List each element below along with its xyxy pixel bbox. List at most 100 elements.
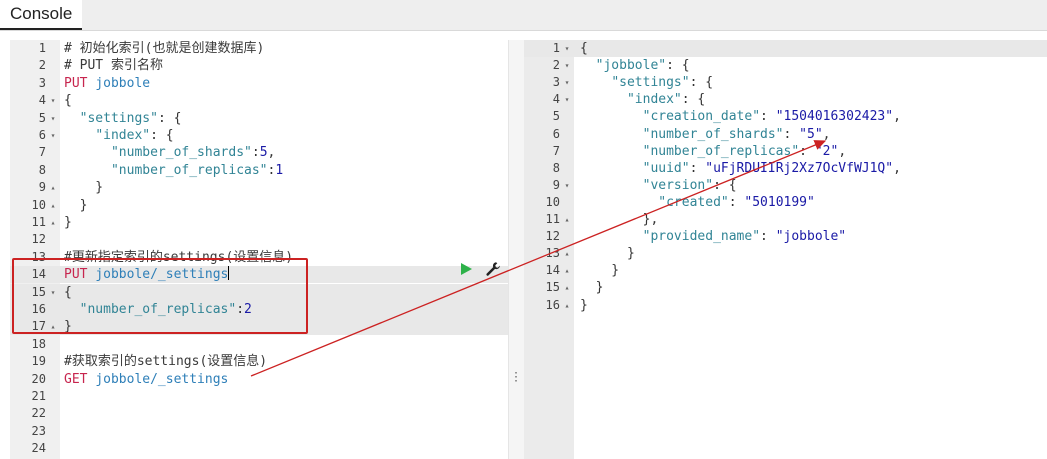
code-token: 5 (259, 145, 268, 161)
code-token: , (267, 145, 276, 161)
code-text: } (64, 214, 72, 231)
line-number: 16 (545, 297, 560, 312)
code-token: "uuid" (642, 160, 690, 176)
request-line[interactable]: 4 ▾ { (10, 92, 508, 109)
request-line[interactable]: 22 (10, 405, 508, 422)
code-token: : { (689, 75, 714, 91)
code-token: "jobbole" (775, 229, 847, 245)
code-token: : (760, 109, 776, 125)
code-text: { (580, 40, 588, 57)
resize-handle-icon[interactable]: · · · (513, 369, 519, 387)
code-text: "index": { (64, 127, 174, 144)
code-token: "number_of_replicas" (642, 143, 800, 159)
request-editor[interactable]: 1 # 初始化索引(也就是创建数据库) 2 # PUT 索引名称 3 PUT jobbol… (10, 40, 508, 459)
code-text: "created": "5010199" (580, 194, 815, 211)
code-token: : { (150, 128, 174, 143)
code-token: # 初始化索引(也就是创建数据库) (64, 41, 265, 56)
request-line[interactable]: 7 "number_of_shards":5, (10, 144, 508, 161)
response-line[interactable]: 14 ▴ } (524, 262, 1047, 279)
code-token: "2" (814, 143, 839, 159)
fold-chevron-down-icon[interactable]: ▾ (48, 127, 58, 144)
code-token: "creation_date" (642, 109, 761, 125)
response-line[interactable]: 9 ▾ "version": { (524, 177, 1047, 194)
response-line[interactable]: 4 ▾ "index": { (524, 91, 1047, 108)
request-line[interactable]: 21 (10, 388, 508, 405)
response-line[interactable]: 3 ▾ "settings": { (524, 74, 1047, 91)
line-number: 14 (545, 263, 560, 278)
response-line[interactable]: 1 ▾ { (524, 40, 1047, 57)
fold-chevron-down-icon[interactable]: ▾ (48, 92, 58, 109)
code-text: { (64, 92, 72, 109)
response-line[interactable]: 10 "created": "5010199" (524, 194, 1047, 211)
response-line[interactable]: 11 ▴ }, (524, 211, 1047, 228)
fold-chevron-up-icon[interactable]: ▴ (562, 279, 572, 296)
fold-chevron-down-icon[interactable]: ▾ (562, 74, 572, 91)
request-line[interactable]: 2 # PUT 索引名称 (10, 57, 508, 74)
code-token: } (580, 246, 635, 262)
response-line[interactable]: 6 "number_of_shards": "5", (524, 126, 1047, 143)
code-token: "version" (642, 177, 714, 193)
request-line[interactable]: 9 ▴ } (10, 179, 508, 196)
line-number: 5 (552, 109, 560, 124)
code-token: , (893, 160, 901, 176)
line-number: 1 (38, 41, 46, 55)
code-token: "index" (95, 128, 151, 143)
play-icon[interactable] (461, 263, 472, 275)
code-token: } (580, 280, 604, 296)
request-line[interactable]: 10 ▴ } (10, 197, 508, 214)
fold-chevron-down-icon[interactable]: ▾ (562, 40, 572, 57)
wrench-icon[interactable] (485, 261, 501, 277)
request-line[interactable]: 19 #获取索引的settings(设置信息) (10, 353, 508, 370)
line-number: 9 (38, 180, 46, 195)
code-token: }, (580, 212, 659, 227)
code-token: jobbole (95, 75, 151, 91)
response-line[interactable]: 16 ▴} (524, 297, 1047, 314)
response-line[interactable]: 2 ▾ "jobbole": { (524, 57, 1047, 74)
tab-console[interactable]: Console (0, 0, 83, 30)
line-number: 5 (38, 110, 46, 125)
fold-chevron-down-icon[interactable]: ▾ (562, 57, 572, 74)
request-line[interactable]: 3 PUT jobbole (10, 75, 508, 92)
response-line[interactable]: 5 "creation_date": "1504016302423", (524, 108, 1047, 125)
fold-chevron-up-icon[interactable]: ▴ (48, 197, 58, 214)
line-number: 11 (31, 215, 46, 229)
request-line[interactable]: 23 (10, 423, 508, 440)
line-number: 7 (38, 145, 46, 160)
request-line[interactable]: 18 (10, 336, 508, 353)
code-text: } (64, 197, 88, 214)
request-line[interactable]: 20 GET jobbole/_settings (10, 371, 508, 388)
response-line[interactable]: 15 ▴ } (524, 279, 1047, 296)
fold-chevron-up-icon[interactable]: ▴ (562, 297, 572, 314)
response-line[interactable]: 8 "uuid": "uFjRDUIIRj2Xz7OcVfWJ1Q", (524, 160, 1047, 177)
fold-chevron-up-icon[interactable]: ▴ (562, 211, 572, 228)
code-text: "jobbole": { (580, 57, 690, 74)
code-token: , (822, 126, 831, 142)
request-line[interactable]: 6 ▾ "index": { (10, 127, 508, 144)
fold-chevron-up-icon[interactable]: ▴ (562, 245, 572, 262)
fold-chevron-up-icon[interactable]: ▴ (562, 262, 572, 279)
request-line[interactable]: 12 (10, 231, 508, 248)
fold-chevron-up-icon[interactable]: ▴ (48, 214, 58, 231)
request-line[interactable]: 5 ▾ "settings": { (10, 110, 508, 127)
line-number: 12 (545, 229, 560, 244)
request-line[interactable]: 24 (10, 440, 508, 457)
fold-chevron-up-icon[interactable]: ▴ (48, 179, 58, 196)
code-token: "settings" (79, 110, 158, 126)
request-line[interactable]: 11 ▴} (10, 214, 508, 231)
response-line[interactable]: 7 "number_of_replicas": "2", (524, 143, 1047, 160)
line-number: 18 (31, 336, 46, 351)
request-line[interactable]: 8 "number_of_replicas":1 (10, 162, 508, 179)
code-token: "provided_name" (642, 229, 761, 245)
line-number: 10 (31, 197, 46, 212)
response-line[interactable]: 13 ▴ } (524, 245, 1047, 262)
line-number: 20 (31, 371, 46, 386)
response-viewer[interactable]: 1 ▾{2 ▾ "jobbole": {3 ▾ "settings": {4 ▾ "in… (524, 40, 1047, 459)
response-line[interactable]: 12 "provided_name": "jobbole" (524, 228, 1047, 245)
code-token: : { (666, 58, 690, 74)
fold-chevron-down-icon[interactable]: ▾ (562, 91, 572, 108)
fold-chevron-down-icon[interactable]: ▾ (562, 177, 572, 194)
request-line[interactable]: 1 # 初始化索引(也就是创建数据库) (10, 40, 508, 57)
fold-chevron-down-icon[interactable]: ▾ (48, 110, 58, 127)
